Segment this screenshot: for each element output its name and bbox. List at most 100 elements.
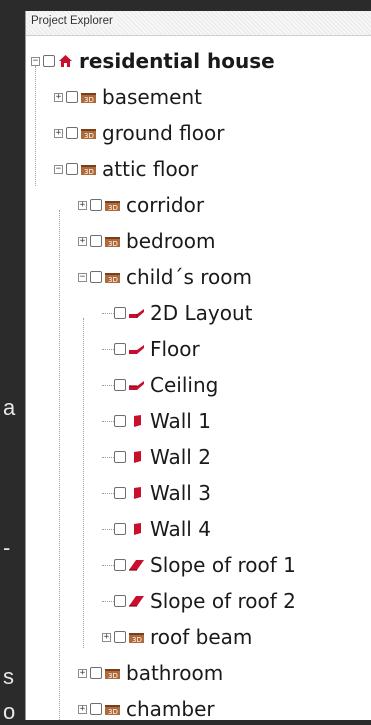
tree-connector	[102, 420, 114, 422]
tree-guide-line	[83, 318, 84, 648]
tree-node[interactable]: Ceiling	[102, 367, 218, 403]
tree-connector	[102, 528, 114, 530]
tree-node[interactable]: Wall 4	[102, 511, 211, 547]
visibility-checkbox[interactable]	[90, 199, 102, 211]
tree-node[interactable]: +3D chamber	[78, 691, 215, 720]
visibility-checkbox[interactable]	[114, 415, 126, 427]
svg-text:3D: 3D	[108, 240, 118, 248]
tree-node-label: roof beam	[150, 625, 253, 649]
project-explorer-panel: Project Explorer − residential house +3D ba…	[25, 11, 371, 720]
3d-room-icon: 3D	[104, 666, 121, 680]
tree-node[interactable]: − residential house	[31, 43, 275, 79]
tree-node-label: Wall 4	[150, 517, 211, 541]
tree-node[interactable]: Wall 2	[102, 439, 211, 475]
visibility-checkbox[interactable]	[90, 235, 102, 247]
3d-room-icon: 3D	[80, 126, 97, 140]
tree-connector	[102, 564, 114, 566]
expand-icon[interactable]: +	[78, 704, 87, 714]
svg-text:3D: 3D	[132, 636, 142, 644]
svg-text:3D: 3D	[108, 672, 118, 680]
tree-node[interactable]: Floor	[102, 331, 200, 367]
backdrop-fragment: o	[3, 699, 16, 724]
visibility-checkbox[interactable]	[114, 487, 126, 499]
collapse-icon[interactable]: −	[54, 164, 63, 174]
visibility-checkbox[interactable]	[114, 559, 126, 571]
visibility-checkbox[interactable]	[114, 523, 126, 535]
tree-node-label: Ceiling	[150, 373, 219, 397]
tree-connector	[102, 492, 114, 494]
tree-node[interactable]: Wall 1	[102, 403, 211, 439]
visibility-checkbox[interactable]	[66, 163, 78, 175]
tree-node-label: corridor	[126, 193, 205, 217]
backdrop-fragment: a	[3, 395, 16, 420]
house-icon	[57, 54, 74, 68]
tree-node[interactable]: +3D corridor	[78, 187, 204, 223]
visibility-checkbox[interactable]	[114, 631, 126, 643]
tree-guide-line	[35, 66, 36, 186]
visibility-checkbox[interactable]	[66, 91, 78, 103]
3d-room-icon: 3D	[80, 90, 97, 104]
3d-room-icon: 3D	[104, 198, 121, 212]
collapse-icon[interactable]: −	[78, 272, 87, 282]
tree-connector	[102, 456, 114, 458]
wall-icon	[128, 486, 145, 500]
expand-icon[interactable]: +	[78, 200, 87, 210]
tree-node[interactable]: Slope of roof 1	[102, 547, 296, 583]
visibility-checkbox[interactable]	[114, 595, 126, 607]
tree-node-label: child´s room	[126, 265, 252, 289]
visibility-checkbox[interactable]	[90, 703, 102, 715]
visibility-checkbox[interactable]	[114, 343, 126, 355]
tree-node[interactable]: Slope of roof 2	[102, 583, 296, 619]
wall-icon	[128, 414, 145, 428]
3d-room-icon: 3D	[128, 630, 145, 644]
tree-node[interactable]: +3D bathroom	[78, 655, 223, 691]
visibility-checkbox[interactable]	[66, 127, 78, 139]
tree-node[interactable]: − 3D child´s room	[78, 259, 252, 295]
tree-node-label: 2D Layout	[150, 301, 253, 325]
panel-titlebar: Project Explorer	[26, 11, 371, 36]
tree-node-label: Wall 3	[150, 481, 211, 505]
tree-node[interactable]: +3D basement	[54, 79, 202, 115]
wall-icon	[128, 522, 145, 536]
visibility-checkbox[interactable]	[114, 307, 126, 319]
tree-node[interactable]: +3D bedroom	[78, 223, 215, 259]
tree-node[interactable]: − 3D attic floor	[54, 151, 198, 187]
backdrop-fragment: s	[3, 664, 14, 689]
tree-node-label: Wall 1	[150, 409, 211, 433]
3d-room-icon: 3D	[104, 270, 121, 284]
tree-node-label: residential house	[79, 49, 275, 73]
tree-node[interactable]: +3D ground floor	[54, 115, 224, 151]
tree-connector	[102, 348, 114, 350]
visibility-checkbox[interactable]	[90, 667, 102, 679]
layout-2d-icon	[128, 306, 145, 320]
tree-node[interactable]: 2D Layout	[102, 295, 252, 331]
3d-room-icon: 3D	[104, 702, 121, 716]
backdrop-fragment: -	[3, 535, 11, 560]
tree-node-label: Slope of roof 2	[150, 589, 296, 613]
tree-node-label: ground floor	[102, 121, 225, 145]
tree-node-label: attic floor	[102, 157, 199, 181]
expand-icon[interactable]: +	[78, 236, 87, 246]
expand-icon[interactable]: +	[54, 128, 63, 138]
tree-node[interactable]: +3D roof beam	[102, 619, 252, 655]
visibility-checkbox[interactable]	[114, 379, 126, 391]
3d-room-icon: 3D	[80, 162, 97, 176]
panel-title: Project Explorer	[31, 15, 117, 27]
expand-icon[interactable]: +	[78, 668, 87, 678]
tree-connector	[102, 312, 114, 314]
tree-node-label: Wall 2	[150, 445, 211, 469]
tree-node-label: basement	[102, 85, 202, 109]
svg-text:3D: 3D	[108, 204, 118, 212]
visibility-checkbox[interactable]	[114, 451, 126, 463]
expand-icon[interactable]: +	[102, 632, 111, 642]
collapse-icon[interactable]: −	[31, 56, 40, 66]
visibility-checkbox[interactable]	[43, 55, 55, 67]
expand-icon[interactable]: +	[54, 92, 63, 102]
tree-node[interactable]: Wall 3	[102, 475, 211, 511]
tree-connector	[102, 384, 114, 386]
wall-icon	[128, 450, 145, 464]
svg-text:3D: 3D	[84, 168, 94, 176]
3d-room-icon: 3D	[104, 234, 121, 248]
visibility-checkbox[interactable]	[90, 271, 102, 283]
ceiling-icon	[128, 378, 145, 392]
